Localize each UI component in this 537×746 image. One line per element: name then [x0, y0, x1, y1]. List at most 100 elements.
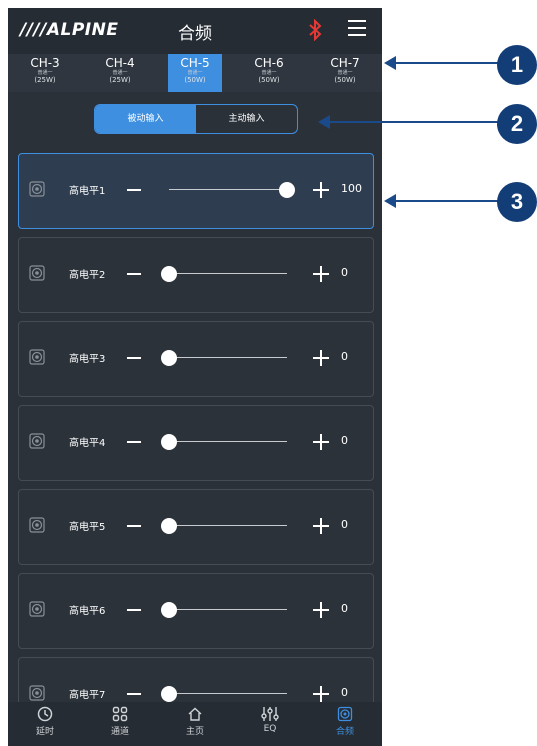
- level-slider-track[interactable]: [169, 357, 287, 358]
- level-slider-track[interactable]: [169, 609, 287, 610]
- speaker-icon: [29, 685, 45, 701]
- decrease-button[interactable]: [127, 525, 141, 527]
- channel-name: CH-7: [330, 56, 360, 70]
- increase-button[interactable]: [313, 182, 329, 198]
- speaker-icon: [29, 433, 45, 449]
- level-slider-knob[interactable]: [161, 518, 177, 534]
- level-label: 高电平2: [69, 270, 106, 281]
- channel-selector: CH-3 普通一 (25W) CH-4 普通一 (25W) CH-5 普通一 (…: [8, 54, 382, 92]
- level-slider-knob[interactable]: [161, 602, 177, 618]
- level-slider-knob[interactable]: [161, 434, 177, 450]
- channel-name: CH-5: [180, 56, 210, 70]
- nav-tab-delay[interactable]: 延时: [15, 704, 75, 737]
- level-value: 0: [341, 602, 348, 615]
- decrease-button[interactable]: [127, 357, 141, 359]
- home-icon: [188, 707, 202, 721]
- annotation-line: [329, 121, 499, 123]
- channel-tab-ch6[interactable]: CH-6 普通一 (50W): [242, 54, 296, 92]
- level-label: 高电平1: [69, 186, 106, 197]
- increase-button[interactable]: [313, 686, 329, 702]
- nav-label: 合频: [335, 727, 354, 737]
- annotation-badge-2: 2: [497, 104, 537, 144]
- level-row: 高电平4 0: [18, 405, 374, 481]
- level-value: 0: [341, 266, 348, 279]
- channel-name: CH-3: [30, 56, 60, 70]
- speaker-icon: [29, 181, 45, 197]
- speaker-icon: [29, 265, 45, 281]
- level-label: 高电平4: [69, 438, 106, 449]
- nav-tab-channel[interactable]: 通道: [90, 704, 150, 737]
- increase-button[interactable]: [313, 518, 329, 534]
- level-slider-track[interactable]: [169, 189, 287, 190]
- level-row: 高电平6 0: [18, 573, 374, 649]
- level-slider-track[interactable]: [169, 273, 287, 274]
- increase-button[interactable]: [313, 350, 329, 366]
- level-value: 0: [341, 518, 348, 531]
- channel-tab-ch4[interactable]: CH-4 普通一 (25W): [93, 54, 147, 92]
- nav-tab-crossover[interactable]: 合频: [315, 704, 375, 737]
- level-slider-track[interactable]: [169, 693, 287, 694]
- level-label: 高电平6: [69, 606, 106, 617]
- speaker-icon: [29, 601, 45, 617]
- passive-input-button[interactable]: 被动输入: [95, 105, 196, 133]
- level-slider-knob[interactable]: [279, 182, 295, 198]
- level-value: 0: [341, 434, 348, 447]
- level-slider-track[interactable]: [169, 525, 287, 526]
- eq-sliders-icon: [261, 707, 279, 721]
- increase-button[interactable]: [313, 434, 329, 450]
- top-bar: ////ALPINE 合频: [8, 8, 382, 54]
- level-slider-knob[interactable]: [161, 350, 177, 366]
- active-input-button[interactable]: 主动输入: [196, 105, 297, 133]
- level-row: 高电平1 100: [18, 153, 374, 229]
- level-slider-knob[interactable]: [161, 266, 177, 282]
- level-label: 高电平7: [69, 690, 106, 701]
- nav-label: EQ: [263, 724, 277, 734]
- level-label: 高电平5: [69, 522, 106, 533]
- speaker-icon: [29, 517, 45, 533]
- nav-tab-home[interactable]: 主页: [165, 704, 225, 737]
- speaker-icon: [337, 706, 353, 722]
- decrease-button[interactable]: [127, 273, 141, 275]
- channel-name: CH-6: [254, 56, 284, 70]
- nav-label: 延时: [35, 727, 54, 737]
- level-label: 高电平3: [69, 354, 106, 365]
- channel-power: (50W): [258, 76, 280, 84]
- decrease-button[interactable]: [127, 693, 141, 695]
- clock-icon: [37, 706, 53, 722]
- channel-power: (50W): [334, 76, 356, 84]
- decrease-button[interactable]: [127, 189, 141, 191]
- level-row: 高电平5 0: [18, 489, 374, 565]
- level-slider-track[interactable]: [169, 441, 287, 442]
- channel-power: (50W): [184, 76, 206, 84]
- nav-tab-eq[interactable]: EQ: [240, 704, 300, 734]
- level-value: 0: [341, 686, 348, 699]
- speaker-icon: [29, 349, 45, 365]
- channel-power: (25W): [109, 76, 131, 84]
- level-row: 高电平3 0: [18, 321, 374, 397]
- nav-label: 主页: [185, 727, 204, 737]
- annotation-badge-3: 3: [497, 182, 537, 222]
- bottom-nav: 延时 通道 主页 EQ 合频: [8, 702, 382, 746]
- menu-icon[interactable]: [348, 20, 366, 38]
- increase-button[interactable]: [313, 602, 329, 618]
- decrease-button[interactable]: [127, 441, 141, 443]
- nav-label: 通道: [110, 727, 129, 737]
- decrease-button[interactable]: [127, 609, 141, 611]
- level-slider-knob[interactable]: [161, 686, 177, 702]
- increase-button[interactable]: [313, 266, 329, 282]
- channel-power: (25W): [34, 76, 56, 84]
- annotation-line: [395, 62, 499, 64]
- level-value: 0: [341, 350, 348, 363]
- channel-name: CH-4: [105, 56, 135, 70]
- bluetooth-icon[interactable]: [308, 19, 322, 41]
- page-title: 合频: [178, 24, 212, 44]
- annotation-badge-1: 1: [497, 45, 537, 85]
- level-row: 高电平2 0: [18, 237, 374, 313]
- input-mode-toggle: 被动输入 主动输入: [94, 104, 298, 134]
- channel-tab-ch5[interactable]: CH-5 普通一 (50W): [168, 54, 222, 92]
- channel-tab-ch3[interactable]: CH-3 普通一 (25W): [18, 54, 72, 92]
- channel-tab-ch7[interactable]: CH-7 普通一 (50W): [318, 54, 372, 92]
- annotation-line: [395, 200, 499, 202]
- level-value: 100: [341, 182, 362, 195]
- grid-icon: [112, 706, 128, 722]
